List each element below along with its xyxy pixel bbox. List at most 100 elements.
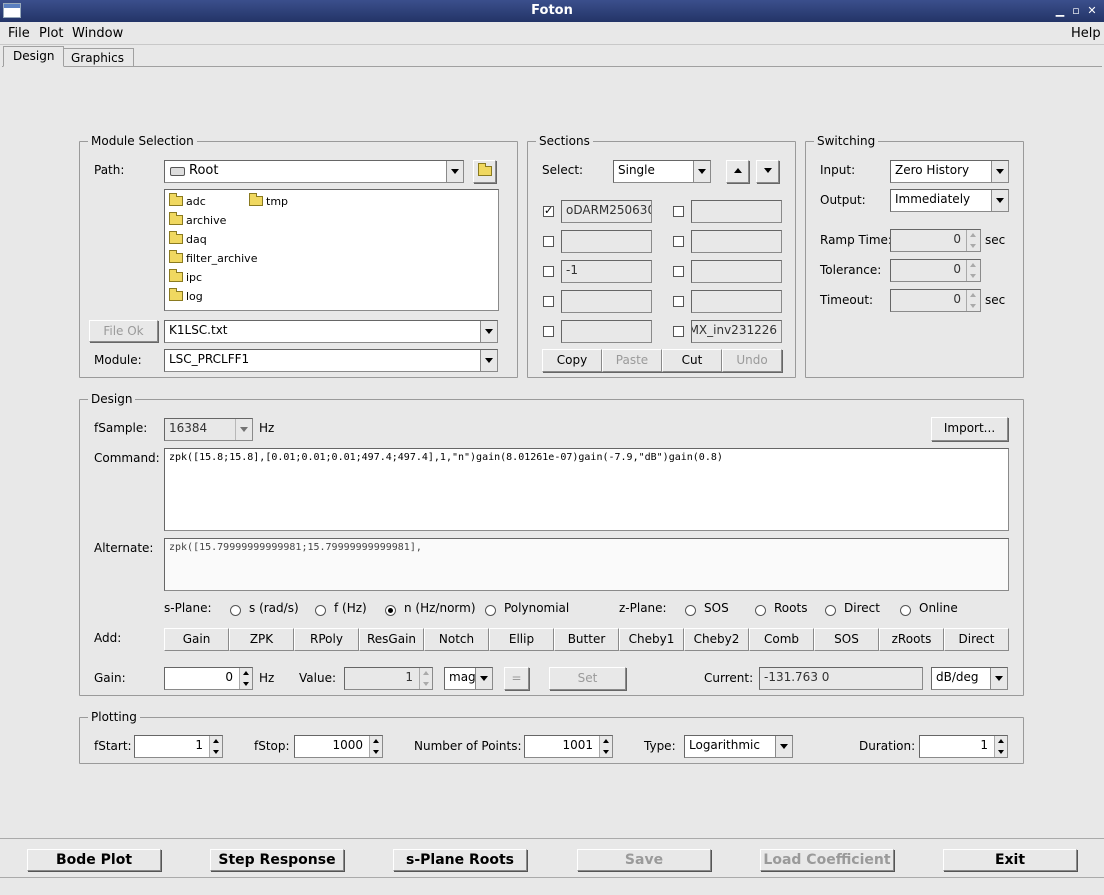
section-name-5[interactable] (561, 320, 652, 343)
load-coefficient-button[interactable]: Load Coefficient (760, 849, 894, 871)
menu-help[interactable]: Help (1071, 26, 1101, 41)
minimize-icon[interactable]: ▁ (1052, 3, 1068, 19)
chevron-down-icon[interactable] (693, 161, 710, 182)
file-ok-button[interactable]: File Ok (89, 320, 158, 342)
z-plane-radio-sos[interactable] (685, 605, 696, 616)
fstop-stepper[interactable] (369, 736, 382, 757)
add-sos-button[interactable]: SOS (814, 628, 879, 651)
section-checkbox-5[interactable] (543, 326, 554, 337)
section-checkbox-4[interactable] (543, 296, 554, 307)
tab-graphics[interactable]: Graphics (61, 48, 134, 66)
tolerance-stepper[interactable] (966, 260, 979, 281)
section-name-10[interactable]: TMX_inv231226 (691, 320, 782, 343)
section-checkbox-1[interactable] (543, 204, 554, 217)
chevron-down-icon[interactable] (990, 668, 1007, 689)
fsample-select[interactable]: 16384 (164, 418, 253, 441)
folder-item[interactable]: tmp (249, 193, 288, 208)
s-plane-roots-button[interactable]: s-Plane Roots (393, 849, 527, 871)
bode-plot-button[interactable]: Bode Plot (27, 849, 161, 871)
folder-item[interactable]: daq (169, 231, 207, 246)
section-name-7[interactable] (691, 230, 782, 253)
section-name-1[interactable]: oDARM250630 (561, 200, 652, 223)
menu-window[interactable]: Window (72, 26, 123, 41)
add-cheby1-button[interactable]: Cheby1 (619, 628, 684, 651)
exit-button[interactable]: Exit (943, 849, 1077, 871)
add-rpoly-button[interactable]: RPoly (294, 628, 359, 651)
equals-button[interactable]: = (504, 667, 529, 690)
step-response-button[interactable]: Step Response (210, 849, 344, 871)
add-butter-button[interactable]: Butter (554, 628, 619, 651)
section-name-4[interactable] (561, 290, 652, 313)
folder-item[interactable]: archive (169, 212, 226, 227)
chevron-down-icon[interactable] (475, 668, 492, 689)
fstart-stepper[interactable] (209, 736, 222, 757)
import-button[interactable]: Import... (931, 417, 1008, 441)
add-comb-button[interactable]: Comb (749, 628, 814, 651)
add-resgain-button[interactable]: ResGain (359, 628, 424, 651)
chevron-down-icon[interactable] (480, 350, 497, 371)
title-bar[interactable]: Foton ▁ ▫ ✕ (0, 0, 1104, 22)
section-checkbox-9[interactable] (673, 296, 684, 307)
add-notch-button[interactable]: Notch (424, 628, 489, 651)
section-checkbox-8[interactable] (673, 266, 684, 277)
folder-item[interactable]: adc (169, 193, 206, 208)
path-select[interactable]: Root (164, 160, 464, 183)
tab-design[interactable]: Design (3, 46, 65, 67)
section-down-button[interactable] (756, 160, 779, 183)
file-select[interactable]: K1LSC.txt (164, 320, 498, 343)
current-unit-dropdown[interactable]: dB/deg (931, 667, 1008, 690)
number-of-points-stepper[interactable] (599, 736, 612, 757)
section-checkbox-3[interactable] (543, 266, 554, 277)
menu-plot[interactable]: Plot (39, 26, 64, 41)
s-plane-radio-polynomial[interactable] (485, 605, 496, 616)
folder-item[interactable]: log (169, 288, 203, 303)
chevron-down-icon[interactable] (235, 419, 252, 440)
file-browser[interactable]: adc archive daq filter_archive ipc log t… (164, 189, 499, 311)
chevron-down-icon[interactable] (775, 736, 792, 757)
s-plane-radio-n[interactable] (385, 605, 396, 616)
close-icon[interactable]: ✕ (1084, 3, 1100, 19)
section-name-9[interactable] (691, 290, 782, 313)
add-zpk-button[interactable]: ZPK (229, 628, 294, 651)
add-zroots-button[interactable]: zRoots (879, 628, 944, 651)
cut-button[interactable]: Cut (662, 349, 722, 372)
add-ellip-button[interactable]: Ellip (489, 628, 554, 651)
gain-stepper[interactable] (239, 668, 252, 689)
folder-item[interactable]: ipc (169, 269, 202, 284)
value-mode-dropdown[interactable]: mag (444, 667, 493, 690)
ramp-time-stepper[interactable] (966, 230, 979, 251)
save-button[interactable]: Save (577, 849, 711, 871)
chevron-down-icon[interactable] (991, 161, 1008, 182)
section-up-button[interactable] (726, 160, 749, 183)
menu-file[interactable]: File (8, 26, 30, 41)
undo-button[interactable]: Undo (722, 349, 782, 372)
chevron-down-icon[interactable] (446, 161, 463, 182)
section-checkbox-10[interactable] (673, 326, 684, 337)
add-cheby2-button[interactable]: Cheby2 (684, 628, 749, 651)
select-mode-dropdown[interactable]: Single (613, 160, 711, 183)
z-plane-radio-roots[interactable] (755, 605, 766, 616)
section-name-3[interactable]: -1 (561, 260, 652, 283)
section-checkbox-6[interactable] (673, 206, 684, 217)
folder-item[interactable]: filter_archive (169, 250, 257, 265)
command-textarea[interactable]: zpk([15.8;15.8],[0.01;0.01;0.01;497.4;49… (164, 448, 1009, 531)
section-name-2[interactable] (561, 230, 652, 253)
duration-stepper[interactable] (994, 736, 1007, 757)
output-mode-dropdown[interactable]: Immediately (890, 189, 1009, 212)
section-checkbox-7[interactable] (673, 236, 684, 247)
value-stepper[interactable] (419, 668, 432, 689)
type-dropdown[interactable]: Logarithmic (684, 735, 793, 758)
s-plane-radio-f[interactable] (315, 605, 326, 616)
copy-button[interactable]: Copy (542, 349, 602, 372)
maximize-icon[interactable]: ▫ (1068, 3, 1084, 19)
section-checkbox-2[interactable] (543, 236, 554, 247)
z-plane-radio-direct[interactable] (825, 605, 836, 616)
s-plane-radio-s[interactable] (230, 605, 241, 616)
parent-folder-button[interactable] (473, 160, 496, 183)
input-mode-dropdown[interactable]: Zero History (890, 160, 1009, 183)
section-name-6[interactable] (691, 200, 782, 223)
section-name-8[interactable] (691, 260, 782, 283)
chevron-down-icon[interactable] (480, 321, 497, 342)
z-plane-radio-online[interactable] (900, 605, 911, 616)
timeout-stepper[interactable] (966, 290, 979, 311)
